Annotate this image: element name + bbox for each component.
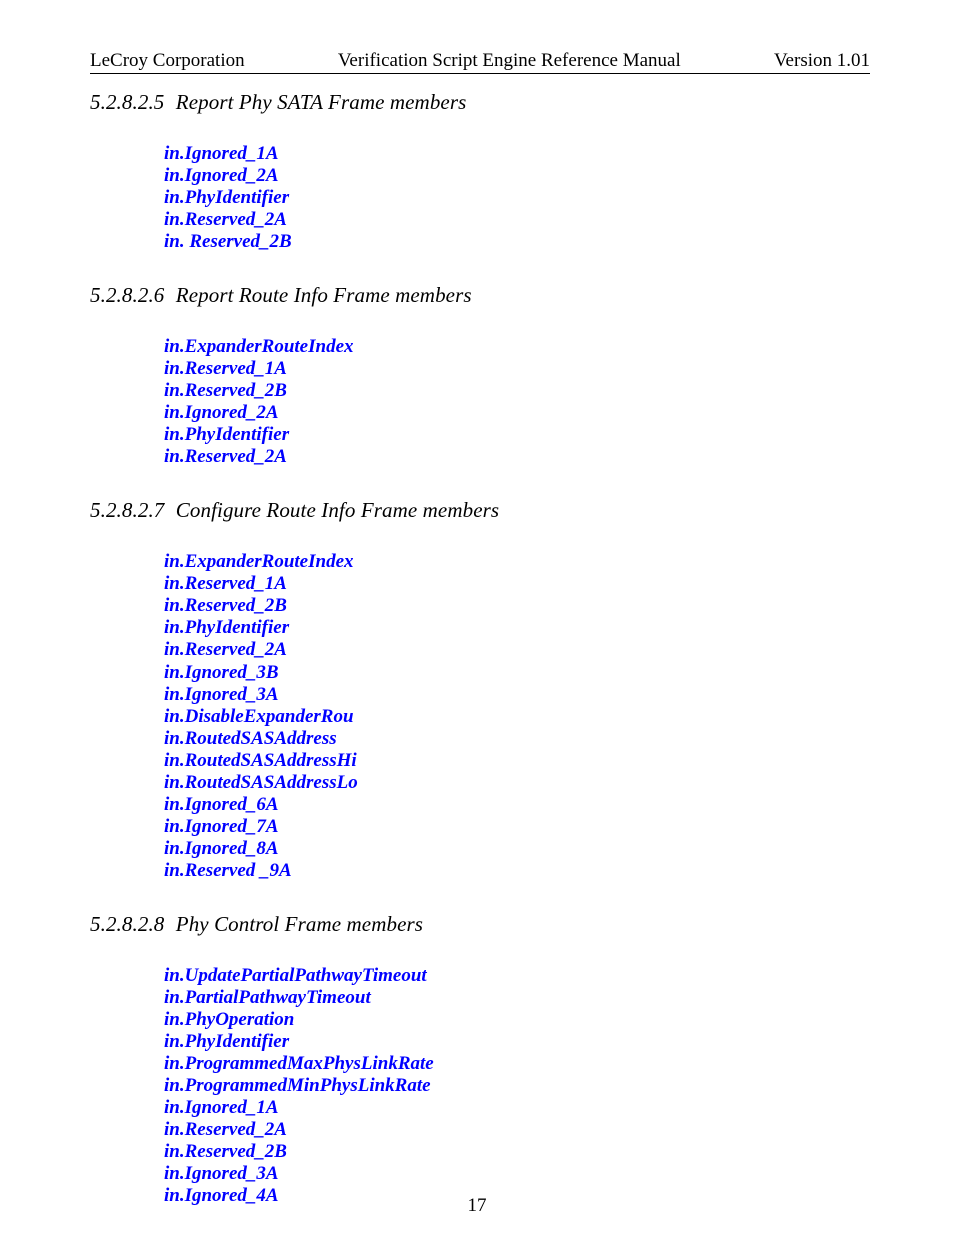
members-block: in.ExpanderRouteIndex in.Reserved_1A in.…	[164, 336, 870, 468]
member-item: in.Ignored_7A	[164, 816, 870, 838]
member-item: in.Ignored_1A	[164, 1097, 870, 1119]
section-heading: 5.2.8.2.7 Configure Route Info Frame mem…	[90, 498, 870, 523]
header-left: LeCroy Corporation	[90, 50, 245, 72]
member-item: in.ExpanderRouteIndex	[164, 551, 870, 573]
member-item: in.Ignored_6A	[164, 794, 870, 816]
member-item: in.RoutedSASAddressHi	[164, 750, 870, 772]
member-item: in.Ignored_3A	[164, 1163, 870, 1185]
member-item: in. Reserved_2B	[164, 231, 870, 253]
section-title: Report Phy SATA Frame members	[176, 90, 467, 114]
member-item: in.Ignored_3B	[164, 662, 870, 684]
section-heading: 5.2.8.2.8 Phy Control Frame members	[90, 912, 870, 937]
member-item: in.RoutedSASAddress	[164, 728, 870, 750]
member-item: in.PhyOperation	[164, 1009, 870, 1031]
member-item: in.Ignored_3A	[164, 684, 870, 706]
members-block: in.Ignored_1A in.Ignored_2A in.PhyIdenti…	[164, 143, 870, 253]
member-item: in.PartialPathwayTimeout	[164, 987, 870, 1009]
member-item: in.Reserved_2A	[164, 639, 870, 661]
member-item: in.Ignored_8A	[164, 838, 870, 860]
page-number: 17	[0, 1195, 954, 1217]
member-item: in.PhyIdentifier	[164, 424, 870, 446]
page-header: LeCroy Corporation Verification Script E…	[90, 50, 870, 74]
header-center: Verification Script Engine Reference Man…	[338, 50, 681, 72]
member-item: in.ExpanderRouteIndex	[164, 336, 870, 358]
member-item: in.ProgrammedMaxPhysLinkRate	[164, 1053, 870, 1075]
section-number: 5.2.8.2.7	[90, 498, 164, 522]
member-item: in.ProgrammedMinPhysLinkRate	[164, 1075, 870, 1097]
member-item: in.Reserved_2A	[164, 209, 870, 231]
members-block: in.UpdatePartialPathwayTimeout in.Partia…	[164, 965, 870, 1207]
page: LeCroy Corporation Verification Script E…	[0, 0, 954, 1235]
section-number: 5.2.8.2.6	[90, 283, 164, 307]
section-title: Phy Control Frame members	[176, 912, 423, 936]
member-item: in.Ignored_2A	[164, 165, 870, 187]
section-title: Configure Route Info Frame members	[176, 498, 499, 522]
section-title: Report Route Info Frame members	[176, 283, 472, 307]
member-item: in.UpdatePartialPathwayTimeout	[164, 965, 870, 987]
member-item: in.Reserved_1A	[164, 358, 870, 380]
member-item: in.Reserved _9A	[164, 860, 870, 882]
member-item: in.Ignored_1A	[164, 143, 870, 165]
members-block: in.ExpanderRouteIndex in.Reserved_1A in.…	[164, 551, 870, 881]
section-heading: 5.2.8.2.6 Report Route Info Frame member…	[90, 283, 870, 308]
member-item: in.PhyIdentifier	[164, 1031, 870, 1053]
member-item: in.Reserved_2B	[164, 380, 870, 402]
section-number: 5.2.8.2.8	[90, 912, 164, 936]
member-item: in.Reserved_1A	[164, 573, 870, 595]
member-item: in.Reserved_2B	[164, 1141, 870, 1163]
member-item: in.Reserved_2A	[164, 1119, 870, 1141]
member-item: in.Reserved_2A	[164, 446, 870, 468]
section-heading: 5.2.8.2.5 Report Phy SATA Frame members	[90, 90, 870, 115]
page-content: 5.2.8.2.5 Report Phy SATA Frame members …	[90, 90, 870, 1237]
member-item: in.DisableExpanderRou	[164, 706, 870, 728]
member-item: in.PhyIdentifier	[164, 617, 870, 639]
member-item: in.PhyIdentifier	[164, 187, 870, 209]
member-item: in.Ignored_2A	[164, 402, 870, 424]
member-item: in.Reserved_2B	[164, 595, 870, 617]
section-number: 5.2.8.2.5	[90, 90, 164, 114]
header-right: Version 1.01	[774, 50, 870, 72]
member-item: in.RoutedSASAddressLo	[164, 772, 870, 794]
